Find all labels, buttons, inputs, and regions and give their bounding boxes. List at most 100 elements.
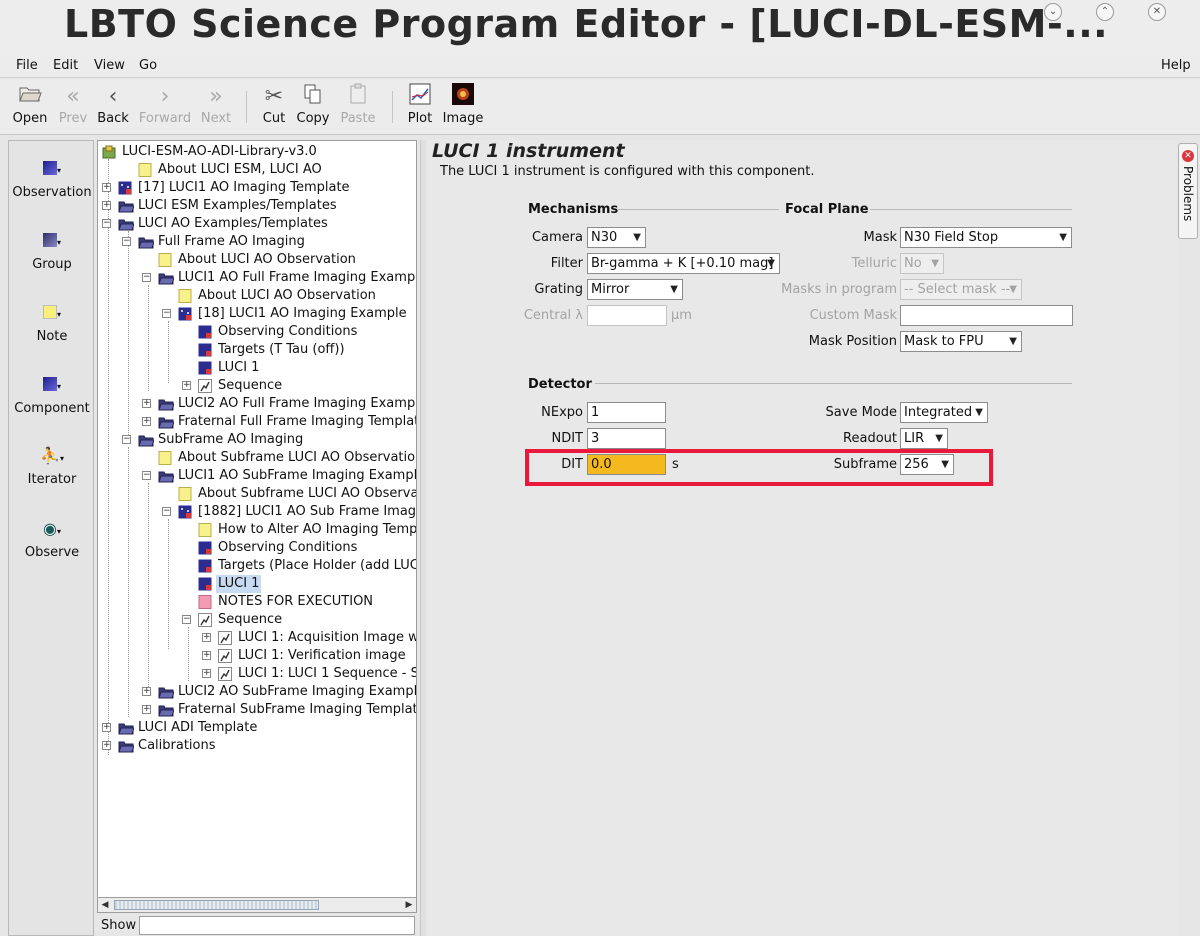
collapse-icon[interactable]: − (102, 219, 111, 228)
ndit-input[interactable]: 3 (587, 428, 666, 449)
collapse-icon[interactable]: − (162, 309, 171, 318)
tree-node[interactable]: About LUCI ESM, LUCI AO (98, 161, 416, 179)
tree-node[interactable]: About LUCI AO Observation (98, 251, 416, 269)
tree-node-label: NOTES FOR EXECUTION (218, 594, 374, 609)
scroll-left-icon[interactable]: ◀ (99, 899, 111, 911)
tree-node[interactable]: About Subframe LUCI AO Observation (98, 449, 416, 467)
expand-icon[interactable]: + (102, 183, 111, 192)
tree-node[interactable]: − SubFrame AO Imaging (98, 431, 416, 449)
iterator-icon: ⛹▾ (40, 446, 64, 465)
filter-select[interactable]: Br-gamma + K [+0.10 mag] ▼ (587, 253, 780, 274)
mask-position-select[interactable]: Mask to FPU ▼ (900, 331, 1022, 352)
tree-node[interactable]: − LUCI1 AO Full Frame Imaging Examples (98, 269, 416, 287)
expand-icon[interactable]: + (142, 417, 151, 426)
tree-node[interactable]: Observing Conditions (98, 539, 416, 557)
tree-node[interactable]: LUCI 1 (98, 359, 416, 377)
menu-file[interactable]: File (16, 58, 38, 73)
tree-horizontal-scrollbar[interactable]: ◀ ▶ (97, 897, 417, 913)
camera-select[interactable]: N30 ▼ (587, 227, 646, 248)
minimize-button[interactable]: ⌄ (1044, 3, 1062, 21)
palette-iterator[interactable]: ⛹▾ Iterator (9, 446, 95, 487)
tree-node[interactable]: Targets (T Tau (off)) (98, 341, 416, 359)
back-button[interactable]: ‹ Back (85, 83, 141, 133)
forward-button[interactable]: › Forward (137, 83, 193, 133)
tree-node[interactable]: + LUCI ESM Examples/Templates (98, 197, 416, 215)
next-button[interactable]: » Next (188, 83, 244, 133)
nexpo-input[interactable]: 1 (587, 402, 666, 423)
maximize-button[interactable]: ⌃ (1096, 3, 1114, 21)
grating-select[interactable]: Mirror ▼ (587, 279, 683, 300)
collapse-icon[interactable]: − (122, 435, 131, 444)
tree-node[interactable]: How to Alter AO Imaging Templa (98, 521, 416, 539)
tree-node[interactable]: − Sequence (98, 611, 416, 629)
collapse-icon[interactable]: − (142, 471, 151, 480)
palette-observe[interactable]: ◉▾ Observe (9, 519, 95, 560)
image-button[interactable]: Image (435, 83, 491, 133)
nexpo-label: NExpo (541, 405, 583, 420)
telluric-select[interactable]: No ▼ (900, 253, 944, 274)
expand-icon[interactable]: + (102, 723, 111, 732)
panel-splitter[interactable] (420, 140, 426, 936)
menu-view[interactable]: View (94, 58, 125, 73)
tree-node-label: [18] LUCI1 AO Imaging Example (198, 306, 407, 321)
problems-side-tab[interactable]: ✕ Problems (1178, 143, 1198, 239)
tree-node[interactable]: + Fraternal SubFrame Imaging Template (98, 701, 416, 719)
save-mode-select[interactable]: Integrated ▼ (900, 402, 988, 423)
tree-node[interactable]: − [18] LUCI1 AO Imaging Example (98, 305, 416, 323)
tree-node[interactable]: + Sequence (98, 377, 416, 395)
tree-node[interactable]: − LUCI1 AO SubFrame Imaging Examples (98, 467, 416, 485)
tree-node[interactable]: LUCI 1 (98, 575, 416, 593)
grating-label: Grating (534, 282, 583, 297)
tree-node[interactable]: + LUCI2 AO SubFrame Imaging Examples (98, 683, 416, 701)
menu-go[interactable]: Go (139, 58, 157, 73)
collapse-icon[interactable]: − (122, 237, 131, 246)
scroll-right-icon[interactable]: ▶ (403, 899, 415, 911)
mask-select[interactable]: N30 Field Stop ▼ (900, 227, 1072, 248)
tree-node[interactable]: + Calibrations (98, 737, 416, 755)
collapse-icon[interactable]: − (182, 615, 191, 624)
palette-group[interactable]: ▾ Group (9, 231, 95, 272)
tree-node-label: SubFrame AO Imaging (158, 432, 304, 447)
scrollbar-thumb[interactable] (114, 900, 319, 910)
close-button[interactable]: ✕ (1148, 3, 1166, 21)
tree-node[interactable]: Targets (Place Holder (add LUC (98, 557, 416, 575)
palette-note[interactable]: ▾ Note (9, 303, 95, 344)
expand-icon[interactable]: + (142, 399, 151, 408)
toolbar: Open « Prev ‹ Back › Forward » Next ✂ Cu… (0, 79, 1200, 135)
tree-node[interactable]: + LUCI 1: Acquisition Image wit (98, 629, 416, 647)
expand-icon[interactable]: + (142, 705, 151, 714)
expand-icon[interactable]: + (102, 741, 111, 750)
collapse-icon[interactable]: − (162, 507, 171, 516)
expand-icon[interactable]: + (102, 201, 111, 210)
tree-node[interactable]: LUCI-ESM-AO-ADI-Library-v3.0 (98, 143, 416, 161)
tree-node[interactable]: + LUCI 1: LUCI 1 Sequence - Sc (98, 665, 416, 683)
expand-icon[interactable]: + (202, 633, 211, 642)
central-wavelength-input[interactable] (587, 305, 667, 326)
readout-select[interactable]: LIR ▼ (900, 428, 948, 449)
tree-node[interactable]: About Subframe LUCI AO Observati (98, 485, 416, 503)
tree-node[interactable]: NOTES FOR EXECUTION (98, 593, 416, 611)
collapse-icon[interactable]: − (142, 273, 151, 282)
tree-node[interactable]: + Fraternal Full Frame Imaging Template (98, 413, 416, 431)
expand-icon[interactable]: + (182, 381, 191, 390)
tree-node[interactable]: Observing Conditions (98, 323, 416, 341)
tree-node[interactable]: − LUCI AO Examples/Templates (98, 215, 416, 233)
custom-mask-input[interactable] (900, 305, 1073, 326)
palette-component[interactable]: ▾ Component (9, 375, 95, 416)
palette-observation[interactable]: ▾ Observation (9, 159, 95, 200)
tree-node[interactable]: − Full Frame AO Imaging (98, 233, 416, 251)
masks-in-program-select[interactable]: -- Select mask -- ▼ (900, 279, 1022, 300)
expand-icon[interactable]: + (142, 687, 151, 696)
paste-button[interactable]: Paste (330, 83, 386, 133)
expand-icon[interactable]: + (202, 651, 211, 660)
menu-help[interactable]: Help (1161, 58, 1191, 73)
show-filter-input[interactable] (139, 916, 415, 935)
tree-node[interactable]: − [1882] LUCI1 AO Sub Frame Imagin (98, 503, 416, 521)
tree-node[interactable]: About LUCI AO Observation (98, 287, 416, 305)
menu-edit[interactable]: Edit (53, 58, 78, 73)
tree-node[interactable]: + LUCI 1: Verification image (98, 647, 416, 665)
expand-icon[interactable]: + (202, 669, 211, 678)
tree-node[interactable]: + [17] LUCI1 AO Imaging Template (98, 179, 416, 197)
tree-node[interactable]: + LUCI2 AO Full Frame Imaging Examples (98, 395, 416, 413)
tree-node[interactable]: + LUCI ADI Template (98, 719, 416, 737)
